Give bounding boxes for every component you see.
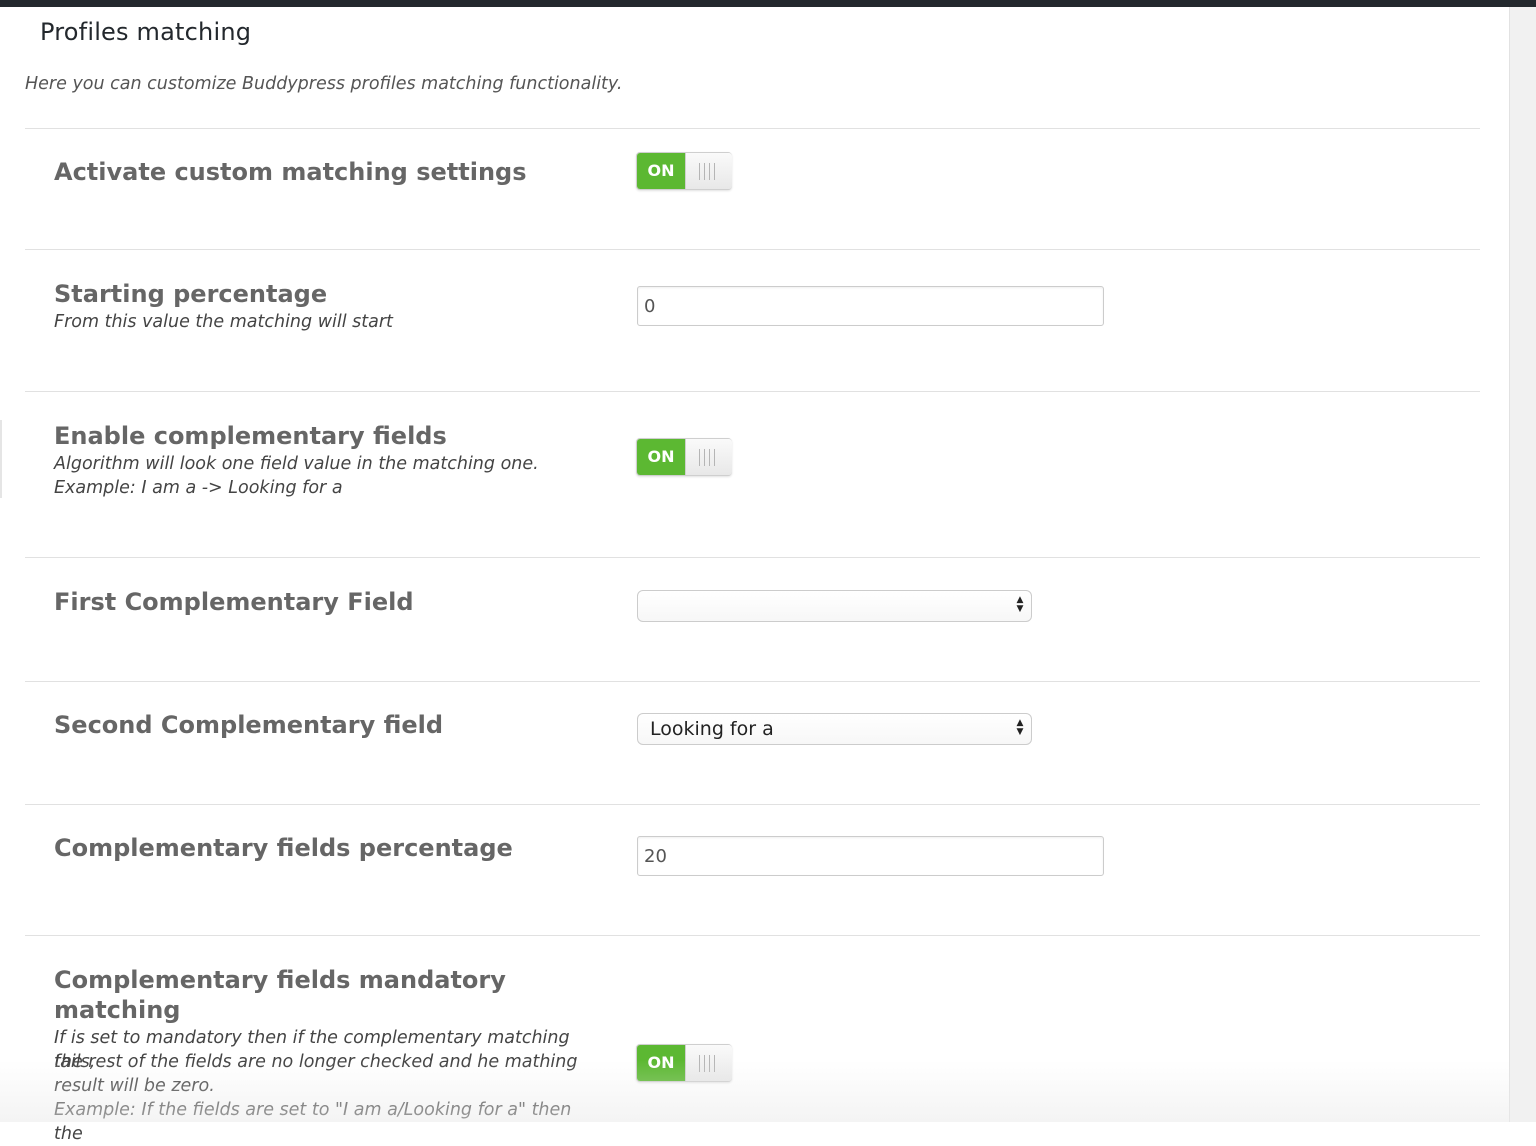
setting-description-example: Example: I am a -> Looking for a xyxy=(54,478,343,498)
divider xyxy=(25,557,1480,558)
setting-title: Second Complementary field xyxy=(54,711,444,739)
admin-top-bar xyxy=(0,0,1536,7)
toggle-on-label: ON xyxy=(637,153,685,189)
setting-title: First Complementary Field xyxy=(54,588,414,616)
mandatory-matching-toggle[interactable]: ON xyxy=(636,1044,732,1082)
setting-title: Activate custom matching settings xyxy=(54,158,527,186)
up-down-chevron-icon: ▲ ▼ xyxy=(1016,718,1024,737)
first-complementary-select[interactable]: ▲ ▼ xyxy=(637,590,1032,622)
grip-lines-icon xyxy=(685,153,732,189)
divider xyxy=(25,804,1480,805)
grip-lines-icon xyxy=(685,1045,732,1081)
setting-title: Enable complementary fields xyxy=(54,422,447,450)
panel-title: Profiles matching xyxy=(40,18,252,46)
up-down-chevron-icon: ▲ ▼ xyxy=(1016,595,1024,614)
setting-title: Complementary fields mandatory matching xyxy=(54,966,506,1024)
divider xyxy=(25,128,1480,129)
setting-description: Algorithm will look one field value in t… xyxy=(54,454,539,474)
second-complementary-select[interactable]: Looking for a ▲ ▼ xyxy=(637,713,1032,745)
select-value: Looking for a xyxy=(650,718,774,740)
setting-description: the rest of the fields are no longer che… xyxy=(54,1052,578,1072)
divider xyxy=(25,249,1480,250)
left-edge-marker xyxy=(0,420,2,498)
toggle-on-label: ON xyxy=(637,439,685,475)
divider xyxy=(25,681,1480,682)
toggle-on-label: ON xyxy=(637,1045,685,1081)
activate-custom-toggle[interactable]: ON xyxy=(636,152,732,190)
starting-percentage-input[interactable] xyxy=(637,286,1104,326)
setting-description-example: Example: If the fields are set to "I am … xyxy=(54,1100,572,1144)
scrollbar-gutter[interactable] xyxy=(1509,7,1536,1122)
setting-title: Starting percentage xyxy=(54,280,328,308)
setting-description: From this value the matching will start xyxy=(54,312,393,332)
setting-description: result will be zero. xyxy=(54,1076,215,1096)
divider xyxy=(25,391,1480,392)
enable-complementary-toggle[interactable]: ON xyxy=(636,438,732,476)
setting-title: Complementary fields percentage xyxy=(54,834,513,862)
grip-lines-icon xyxy=(685,439,732,475)
panel-description: Here you can customize Buddypress profil… xyxy=(25,74,623,94)
complementary-percentage-input[interactable] xyxy=(637,836,1104,876)
divider xyxy=(25,935,1480,936)
